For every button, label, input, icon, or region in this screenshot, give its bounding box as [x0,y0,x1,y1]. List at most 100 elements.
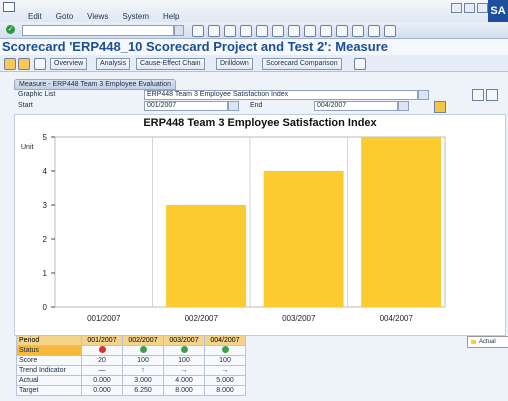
status-cell [204,345,246,356]
trend-cell: ↑ [122,365,164,376]
menu-goto[interactable]: Goto [56,12,73,21]
chart-panel: ERP448 Team 3 Employee Satisfaction Inde… [14,114,508,348]
actual-cell: 3.000 [122,375,164,386]
status-green-icon [221,346,229,353]
chart-legend: Actual [467,336,508,348]
measure-group-title: Measure - ERP448 Team 3 Employee Evaluat… [14,79,177,90]
y-tick-label: 0 [43,303,48,312]
status-cell [163,345,205,356]
bar-chart: 0 1 2 3 4 5 Unit 001/2007 002/2007 003/2007 004/20… [21,133,446,323]
help-icon[interactable] [384,25,396,37]
actual-cell: 5.000 [204,375,246,386]
page-title: Scorecard 'ERP448_10 Scorecard Project a… [2,39,389,54]
score-cell: 100 [163,355,205,366]
standard-toolbar: ✓ [0,22,508,39]
trend-row-label: Trend Indicator [16,365,82,376]
score-row-label: Score [16,355,82,366]
target-row-label: Target [16,385,82,396]
measure-form: Measure - ERP448 Team 3 Employee Evaluat… [14,79,504,113]
chart-settings-icon[interactable] [472,89,484,101]
y-tick-label: 2 [43,235,48,244]
target-cell: 6.250 [122,385,164,396]
start-field[interactable]: 001/2007 [144,101,228,111]
sap-window-icon[interactable] [3,2,15,12]
start-label: Start [18,102,33,109]
save-icon[interactable] [192,25,204,37]
overview-button[interactable]: Overview [50,58,88,70]
next-measure-icon[interactable] [18,58,30,70]
graphic-list-label: Graphic List [18,91,56,98]
cancel-icon[interactable] [240,25,252,37]
command-history-dropdown[interactable] [174,25,184,36]
legend-swatch-actual [471,340,476,344]
last-page-icon[interactable] [352,25,364,37]
status-red-icon [98,346,106,353]
new-session-icon[interactable] [368,25,380,37]
scorecard-comparison-button[interactable]: Scorecard Comparison [262,58,342,70]
menu-edit[interactable]: Edit [28,12,42,21]
settings-icon[interactable] [34,58,46,70]
maximize-icon[interactable] [464,3,475,13]
drilldown-button[interactable]: Drilldown [216,58,253,70]
period-col-3: 003/2007 [163,335,205,346]
previous-page-icon[interactable] [320,25,332,37]
target-cell: 8.000 [204,385,246,396]
period-col-2: 002/2007 [122,335,164,346]
y-tick-label: 3 [43,201,48,210]
y-axis-label: Unit [21,144,34,151]
cause-effect-chain-button[interactable]: Cause-Effect Chain [136,58,205,70]
score-cell: 100 [122,355,164,366]
end-value-help-icon[interactable] [398,101,409,111]
end-field[interactable]: 004/2007 [314,101,398,111]
menu-help[interactable]: Help [163,12,179,21]
x-tick-label: 001/2007 [87,314,121,323]
sap-logo: SA [488,0,508,22]
bar-002/2007 [166,205,247,307]
status-green-icon [139,346,147,353]
prev-measure-icon[interactable] [4,58,16,70]
score-cell: 20 [81,355,123,366]
layout-icon[interactable] [486,89,498,101]
menu-bar: Edit Goto Views System Help SA [0,0,508,23]
legend-label-actual: Actual [479,339,496,345]
minimize-icon[interactable] [451,3,462,13]
close-icon[interactable] [477,3,488,13]
actual-row-label: Actual [16,375,82,386]
find-icon[interactable] [272,25,284,37]
actual-cell: 4.000 [163,375,205,386]
graphic-list-dropdown[interactable] [418,90,429,100]
next-page-icon[interactable] [336,25,348,37]
execute-check-icon[interactable] [434,101,446,113]
x-tick-label: 002/2007 [185,314,219,323]
find-next-icon[interactable] [288,25,300,37]
period-col-1: 001/2007 [81,335,123,346]
print-icon[interactable] [256,25,268,37]
x-tick-label: 004/2007 [380,314,414,323]
period-header: Period [16,335,82,346]
menu-views[interactable]: Views [87,12,108,21]
menu-system[interactable]: System [122,12,149,21]
end-label: End [250,102,263,109]
target-cell: 0.000 [81,385,123,396]
x-tick-label: 003/2007 [282,314,316,323]
status-green-icon [180,346,188,353]
score-cell: 100 [204,355,246,366]
target-cell: 8.000 [163,385,205,396]
more-icon[interactable] [354,58,366,70]
first-page-icon[interactable] [304,25,316,37]
start-value-help-icon[interactable] [228,101,239,111]
exit-icon[interactable] [224,25,236,37]
enter-icon[interactable]: ✓ [6,25,15,34]
analysis-button[interactable]: Analysis [96,58,131,70]
status-row-label: Status [16,345,82,356]
bar-003/2007 [263,171,344,307]
trend-cell: → [204,365,246,376]
actual-cell: 0.000 [81,375,123,386]
status-cell [122,345,164,356]
period-table: Period 001/2007 002/2007 003/2007 004/20… [16,335,246,396]
graphic-list-field[interactable]: ERP448 Team 3 Employee Satisfaction Inde… [144,90,418,100]
back-icon[interactable] [208,25,220,37]
y-tick-label: 1 [43,269,48,278]
command-field[interactable] [22,25,174,36]
trend-cell: → [163,365,205,376]
